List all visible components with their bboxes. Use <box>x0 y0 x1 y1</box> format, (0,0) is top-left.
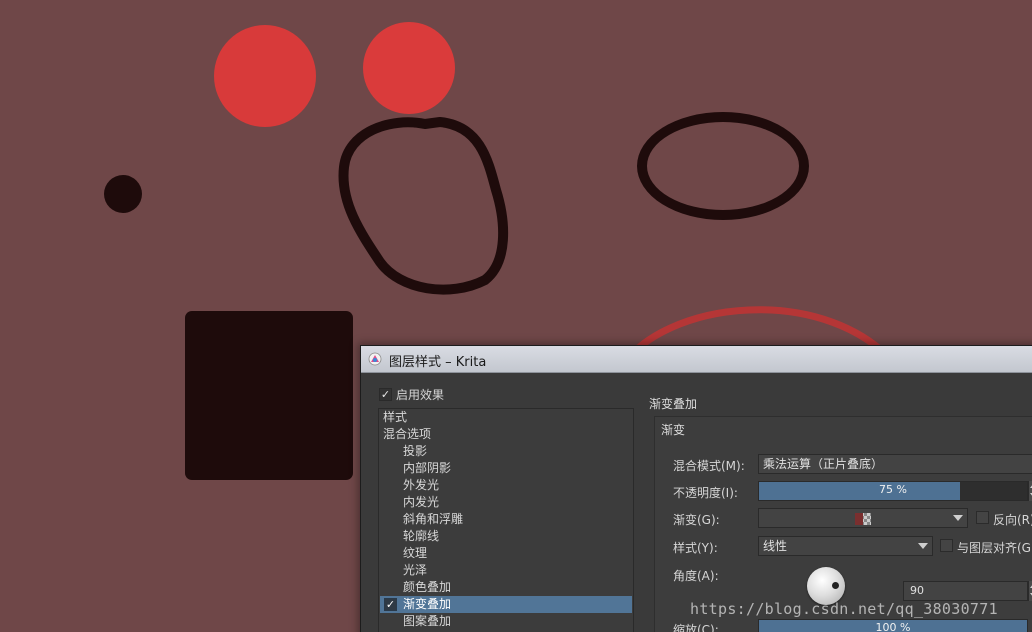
opacity-spin-buttons[interactable] <box>1028 481 1032 501</box>
group-title: 渐变 <box>661 423 686 437</box>
blend-mode-value: 乘法运算（正片叠底） <box>763 457 884 471</box>
angle-spin-buttons[interactable] <box>1028 581 1032 601</box>
scale-slider[interactable]: 100 % <box>758 619 1028 632</box>
gradient-label: 渐变(G): <box>673 513 720 527</box>
list-item-label: 渐变叠加 <box>403 597 452 611</box>
panel-title: 渐变叠加 <box>649 397 698 411</box>
list-item-texture[interactable]: 纹理 <box>403 545 427 562</box>
opacity-slider[interactable]: 75 % <box>758 481 1028 501</box>
red-circle <box>214 25 316 127</box>
align-with-layer-label: 与图层对齐(G) <box>957 541 1032 555</box>
dark-rounded-square <box>185 311 353 480</box>
style-value: 线性 <box>763 539 788 553</box>
chevron-down-icon <box>918 543 928 549</box>
list-item-blending-options[interactable]: 混合选项 <box>383 426 431 443</box>
list-item-bevel-emboss[interactable]: 斜角和浮雕 <box>403 511 463 528</box>
style-combobox[interactable]: 线性 <box>758 536 933 556</box>
scale-label: 缩放(C): <box>673 623 719 632</box>
list-item-style[interactable]: 样式 <box>383 409 407 426</box>
list-item-inner-glow[interactable]: 内发光 <box>403 494 439 511</box>
reverse-checkbox[interactable] <box>976 511 989 524</box>
gradient-picker[interactable] <box>758 508 968 528</box>
krita-app-icon <box>368 352 382 366</box>
style-list[interactable]: 样式 混合选项 投影 内部阴影 外发光 内发光 斜角和浮雕 轮廓线 纹理 光泽 … <box>378 408 634 632</box>
dialog-title: 图层样式 – Krita <box>389 355 487 370</box>
red-circle <box>363 22 455 114</box>
scale-value: 100 % <box>875 621 911 632</box>
dark-dot <box>104 175 142 213</box>
list-item-outer-glow[interactable]: 外发光 <box>403 477 439 494</box>
opacity-value: 75 % <box>879 483 907 496</box>
list-item-pattern-overlay[interactable]: 图案叠加 <box>403 613 451 630</box>
list-item-contour[interactable]: 轮廓线 <box>403 528 439 545</box>
layer-style-dialog: 图层样式 – Krita ✓ 启用效果 样式 混合选项 投影 内部阴影 外发光 … <box>360 345 1032 632</box>
enable-effects-label: 启用效果 <box>396 387 445 402</box>
list-item-inner-shadow[interactable]: 内部阴影 <box>403 460 451 477</box>
list-item-drop-shadow[interactable]: 投影 <box>403 443 427 460</box>
dialog-titlebar[interactable]: 图层样式 – Krita <box>361 346 1032 373</box>
freehand-loop-stroke <box>338 117 509 295</box>
enable-effects-checkbox[interactable]: ✓ <box>379 387 392 401</box>
watermark-text: https://blog.csdn.net/qq_38030771 <box>690 600 998 618</box>
chevron-down-icon <box>953 515 963 521</box>
opacity-label: 不透明度(I): <box>673 486 738 500</box>
enable-effects-row[interactable]: ✓ 启用效果 <box>379 386 444 402</box>
list-item-color-overlay[interactable]: 颜色叠加 <box>403 579 451 596</box>
blend-mode-label: 混合模式(M): <box>673 459 745 473</box>
gradient-preview-swatch <box>855 513 871 525</box>
style-label: 样式(Y): <box>673 541 718 555</box>
dark-ellipse-outline <box>637 112 809 220</box>
blend-mode-combobox[interactable]: 乘法运算（正片叠底） <box>758 454 1032 474</box>
align-with-layer-checkbox[interactable] <box>940 539 953 552</box>
angle-label: 角度(A): <box>673 569 719 583</box>
angle-input[interactable]: 90 <box>903 581 1028 601</box>
list-item-gradient-overlay[interactable]: ✓ 渐变叠加 <box>380 596 632 613</box>
gradient-overlay-checkbox[interactable]: ✓ <box>384 598 397 611</box>
list-item-satin[interactable]: 光泽 <box>403 562 427 579</box>
reverse-label: 反向(R) <box>993 513 1032 527</box>
